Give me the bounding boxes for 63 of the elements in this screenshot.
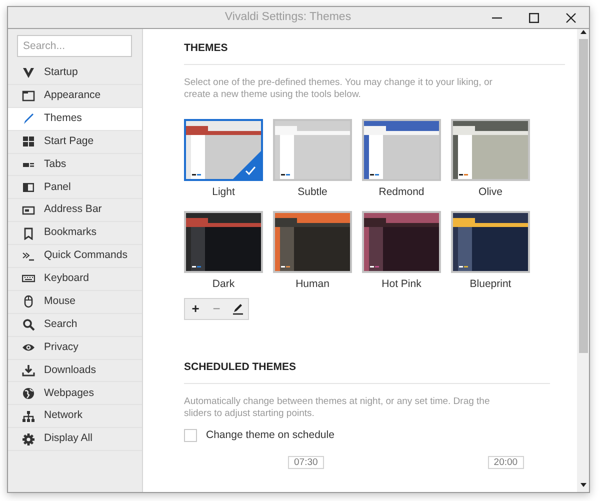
window-title: Vivaldi Settings: Themes xyxy=(224,10,352,25)
checkbox-label: Change theme on schedule xyxy=(206,428,334,443)
sidebar-item[interactable]: Quick Commands xyxy=(8,245,142,268)
sidebar-item[interactable]: Display All xyxy=(8,428,142,452)
v-logo-icon xyxy=(22,66,35,80)
sidebar-item[interactable]: Tabs xyxy=(8,154,142,176)
search-icon xyxy=(22,318,35,332)
theme-name: Redmond xyxy=(378,184,424,200)
panel-icon xyxy=(22,180,35,194)
address-bar-icon xyxy=(22,204,35,217)
sidebar-item[interactable]: Bookmarks xyxy=(8,222,142,246)
theme-thumbnail[interactable] xyxy=(273,118,352,181)
theme-name: Olive xyxy=(478,184,502,200)
download-icon xyxy=(22,364,35,378)
sidebar-item[interactable]: Startup xyxy=(8,62,142,85)
sidebar-item[interactable]: Start Page xyxy=(8,130,142,154)
sidebar-item[interactable]: Network xyxy=(8,405,142,428)
theme-thumbnail[interactable] xyxy=(362,210,441,272)
theme-thumbnail[interactable] xyxy=(362,118,441,181)
brush-icon xyxy=(22,112,35,126)
maximize-icon xyxy=(528,12,538,22)
section-heading: THEMES xyxy=(184,41,565,65)
theme-thumbnail[interactable] xyxy=(451,210,530,272)
theme-thumbnail[interactable] xyxy=(273,210,352,272)
theme-name: Hot Pink xyxy=(382,276,422,292)
close-icon xyxy=(566,12,576,22)
section-description: Select one of the pre-defined themes. You may change it to your liking, or create a new theme using the tools below. xyxy=(184,76,494,101)
sidebar-item[interactable]: Keyboard xyxy=(8,268,142,291)
scrollbar-thumb[interactable] xyxy=(578,39,588,353)
sidebar-item[interactable]: Themes xyxy=(8,108,142,131)
sidebar-item[interactable]: Panel xyxy=(8,176,142,200)
section-heading: SCHEDULED THEMES xyxy=(184,360,550,384)
time-label: 07:30 xyxy=(288,456,324,469)
sidebar-item[interactable]: Webpages xyxy=(8,382,142,406)
gear-icon xyxy=(22,432,35,446)
theme-name: Subtle xyxy=(298,184,328,200)
sidebar-item[interactable]: Downloads xyxy=(8,360,142,382)
command-icon xyxy=(22,250,35,263)
sidebar-item[interactable]: Address Bar xyxy=(8,199,142,222)
time-label: 20:00 xyxy=(488,456,524,469)
mouse-icon xyxy=(22,295,35,308)
checkbox[interactable] xyxy=(184,429,197,442)
theme-name: Blueprint xyxy=(470,276,512,292)
sidebar-item[interactable]: Privacy xyxy=(8,336,142,360)
theme-name: Dark xyxy=(212,276,235,292)
globe-icon xyxy=(22,386,35,400)
search-field[interactable]: Search... xyxy=(17,35,132,57)
minimize-icon xyxy=(492,16,502,18)
bookmark-icon xyxy=(22,226,35,240)
theme-thumbnail[interactable] xyxy=(184,118,263,181)
scroll-down-icon xyxy=(580,482,586,488)
theme-name: Light xyxy=(212,184,235,200)
pencil-icon xyxy=(232,303,244,316)
section-description: Automatically change between themes at night, or any set time. Drag the sliders to adjust starting points. xyxy=(184,396,491,420)
add-button[interactable]: + xyxy=(185,299,206,320)
network-icon xyxy=(22,410,35,423)
sidebar-item[interactable]: Mouse xyxy=(8,290,142,314)
theme-name: Human xyxy=(296,276,330,292)
grid-icon xyxy=(22,135,35,148)
theme-thumbnail[interactable] xyxy=(451,118,530,181)
theme-thumbnail[interactable] xyxy=(184,210,263,272)
sidebar-item[interactable]: Search xyxy=(8,314,142,337)
window-icon xyxy=(22,89,35,102)
